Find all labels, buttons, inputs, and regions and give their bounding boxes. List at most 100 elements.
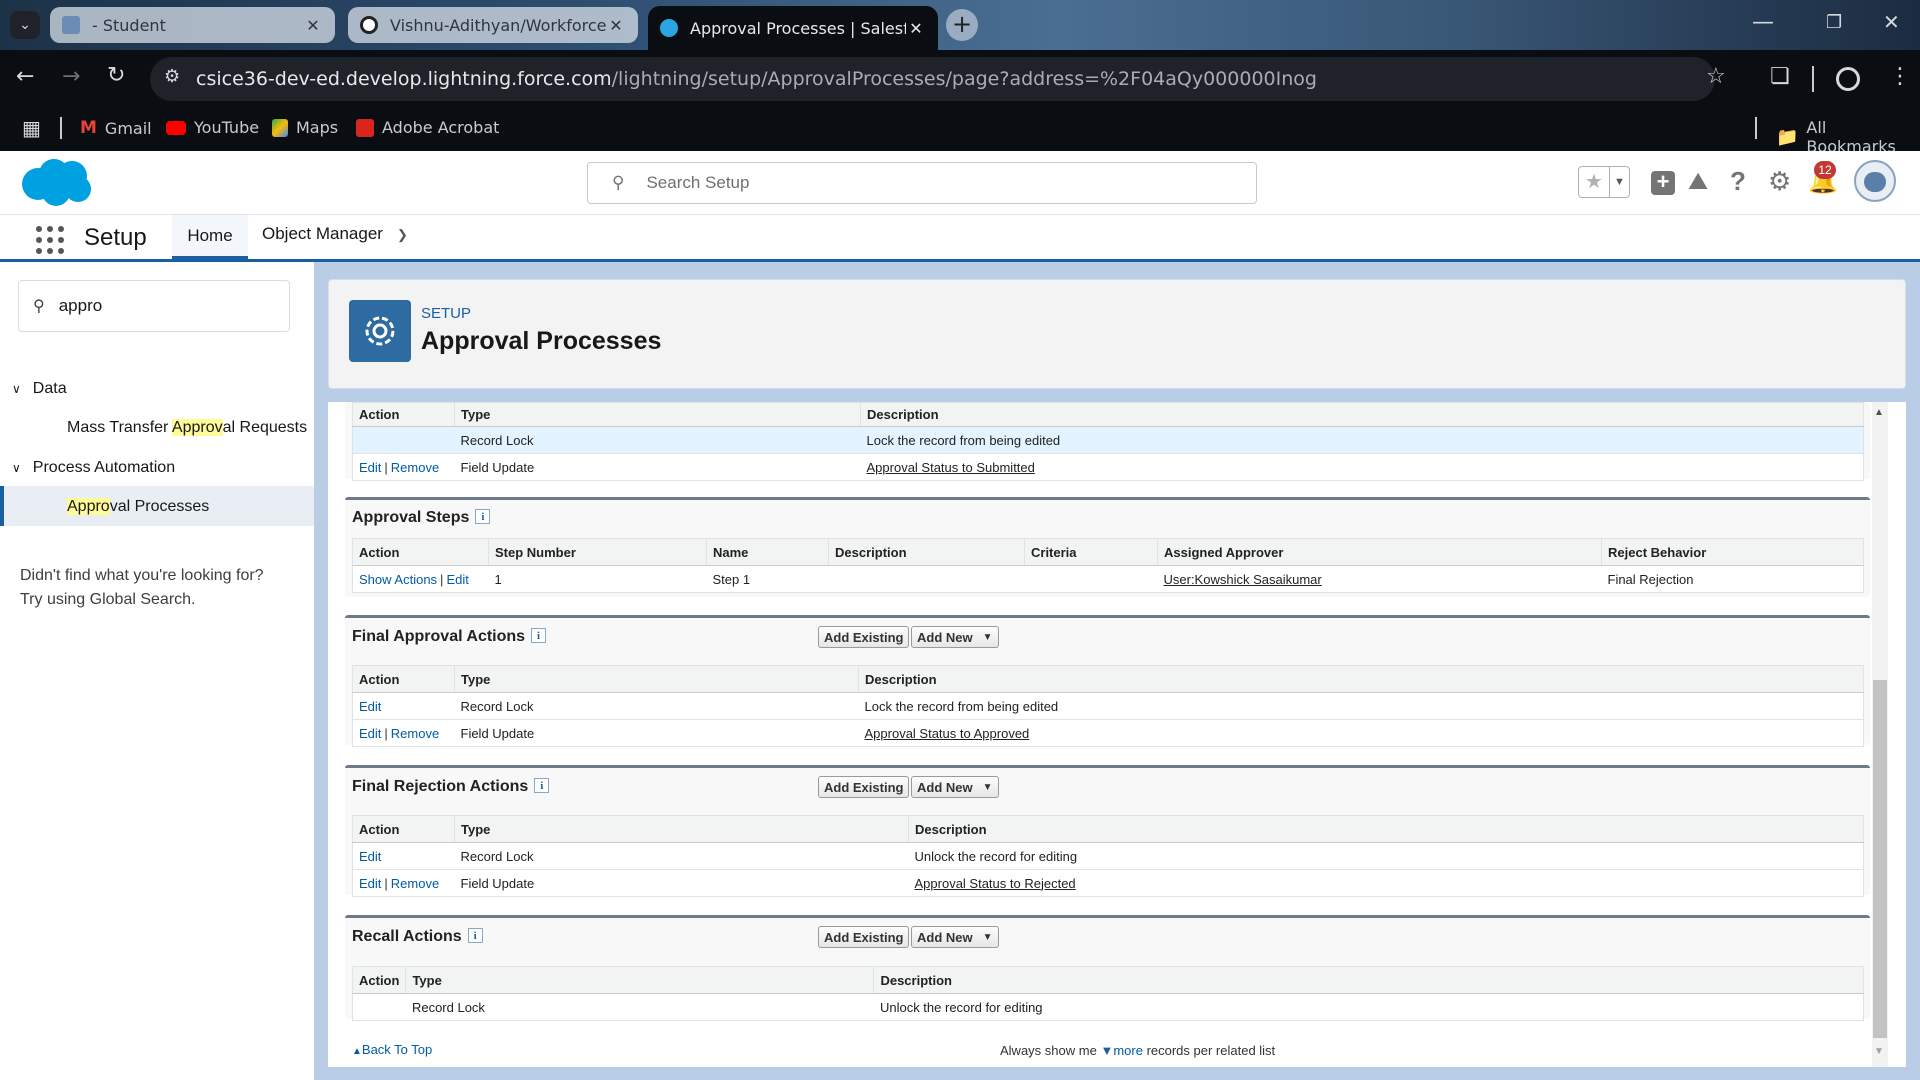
notification-count-badge: 12 xyxy=(1814,161,1836,179)
show-actions-link[interactable]: Show Actions xyxy=(359,572,437,587)
browser-tab-salesforce[interactable]: Approval Processes | Salesforce ✕ xyxy=(648,6,938,50)
close-tab-icon[interactable]: ✕ xyxy=(906,19,926,38)
scrollbar-thumb[interactable] xyxy=(1873,680,1887,1038)
remove-link[interactable]: Remove xyxy=(391,460,439,475)
column-header: Step Number xyxy=(488,538,707,566)
info-icon[interactable]: i xyxy=(534,778,550,793)
remove-link[interactable]: Remove xyxy=(391,726,439,741)
bookmark-maps[interactable]: Maps xyxy=(272,118,338,137)
add-existing-button[interactable]: Add Existing xyxy=(818,626,910,648)
trailhead-icon[interactable]: ⛰ xyxy=(1688,168,1708,196)
back-to-top-label: Back To Top xyxy=(361,1042,433,1057)
table-header-row: Action Type Description xyxy=(352,402,1864,427)
bookmark-adobe-acrobat[interactable]: Adobe Acrobat xyxy=(356,118,499,137)
remove-link[interactable]: Remove xyxy=(391,876,439,891)
initial-submission-table: Action Type Description Record Lock Lock… xyxy=(352,402,1864,481)
approver-cell: User:Kowshick Sasaikumar xyxy=(1157,565,1602,593)
close-tab-icon[interactable]: ✕ xyxy=(606,16,626,35)
bookmark-label: Adobe Acrobat xyxy=(382,118,500,137)
browser-tab-github[interactable]: Vishnu-Adithyan/Workforce-Av ✕ xyxy=(348,7,638,43)
edit-link[interactable]: Edit xyxy=(359,726,381,741)
field-update-link[interactable]: Approval Status to Rejected xyxy=(915,876,1076,891)
section-title: Final Rejection Actions i xyxy=(352,778,550,796)
scroll-down-icon[interactable]: ▼ xyxy=(1874,1046,1884,1057)
forward-icon[interactable]: → xyxy=(62,64,80,89)
apps-grid-icon[interactable]: ▦ xyxy=(22,116,41,140)
tree-group-data[interactable]: ∨ Data xyxy=(12,380,67,398)
type-cell: Field Update xyxy=(454,719,859,747)
button-label: Add New xyxy=(917,779,973,795)
tab-object-manager[interactable]: Object Manager ❯ xyxy=(262,224,408,244)
chevron-down-icon[interactable]: ❯ xyxy=(397,227,408,242)
item-text: al Requests xyxy=(222,419,308,436)
add-existing-button[interactable]: Add Existing xyxy=(818,776,910,798)
profile-icon[interactable] xyxy=(1836,67,1860,91)
global-search-input[interactable]: ⚲ Search Setup xyxy=(587,162,1257,204)
menu-icon[interactable]: ⋮ xyxy=(1889,64,1911,89)
bookmark-youtube[interactable]: YouTube xyxy=(166,118,259,137)
sidebar-item-approval-processes[interactable]: Approval Processes xyxy=(67,498,209,516)
edit-link[interactable]: Edit xyxy=(359,876,381,891)
edit-link[interactable]: Edit xyxy=(359,460,381,475)
tab-home[interactable]: Home xyxy=(172,215,248,259)
hint-line: Try using Global Search. xyxy=(20,591,196,608)
url-text[interactable]: csice36-dev-ed.develop.lightning.force.c… xyxy=(196,68,1317,90)
help-icon[interactable]: ? xyxy=(1730,166,1746,197)
approval-steps-section: Approval Steps i Action Step Number Name … xyxy=(345,497,1870,597)
info-icon[interactable]: i xyxy=(475,509,491,524)
more-link[interactable]: more xyxy=(1113,1043,1143,1058)
field-update-link[interactable]: Approval Status to Approved xyxy=(865,726,1030,741)
section-title: Approval Steps i xyxy=(352,509,491,527)
add-new-button[interactable]: Add New ▼ xyxy=(911,626,999,648)
edit-link[interactable]: Edit xyxy=(446,572,468,587)
footer-text: Always show me xyxy=(1000,1043,1097,1058)
final-approval-table: Action Type Description Edit Record Lock… xyxy=(352,665,1864,747)
description-cell: Lock the record from being edited xyxy=(860,426,1864,454)
search-placeholder: Search Setup xyxy=(646,173,750,192)
bookmark-star-icon[interactable]: ☆ xyxy=(1706,64,1726,89)
info-icon[interactable]: i xyxy=(467,928,483,943)
app-launcher-icon[interactable] xyxy=(36,226,64,254)
more-arrow-icon[interactable]: ▼ xyxy=(1100,1043,1113,1058)
type-cell: Record Lock xyxy=(454,842,909,870)
salesforce-logo[interactable] xyxy=(18,156,94,208)
tree-group-process-automation[interactable]: ∨ Process Automation xyxy=(12,459,175,477)
back-to-top-link[interactable]: ▲Back To Top xyxy=(352,1042,432,1057)
chevron-down-icon[interactable]: ▼ xyxy=(1609,167,1629,197)
site-info-icon[interactable]: ⚙ xyxy=(164,66,180,87)
add-new-button[interactable]: Add New ▼ xyxy=(911,776,999,798)
scroll-up-icon[interactable]: ▲ xyxy=(1874,407,1884,418)
tab-title: Approval Processes | Salesforce xyxy=(690,18,906,38)
add-existing-button[interactable]: Add Existing xyxy=(818,926,910,948)
separator: | xyxy=(384,875,388,891)
restore-icon[interactable]: ❐ xyxy=(1826,12,1842,33)
step-name-cell: Step 1 xyxy=(706,565,829,593)
bookmark-label: Maps xyxy=(296,118,339,137)
edit-link[interactable]: Edit xyxy=(359,849,381,864)
minimize-icon[interactable]: — xyxy=(1752,10,1774,35)
breadcrumb[interactable]: SETUP xyxy=(421,305,471,322)
section-title: Final Approval Actions i xyxy=(352,628,547,646)
favorites-button[interactable]: ★ ▼ xyxy=(1578,166,1630,198)
bookmark-gmail[interactable]: M Gmail xyxy=(80,118,152,138)
user-avatar[interactable] xyxy=(1854,160,1896,202)
reload-icon[interactable]: ↻ xyxy=(107,63,125,88)
edit-link[interactable]: Edit xyxy=(359,699,381,714)
gmail-icon: M xyxy=(80,118,97,138)
browser-tab-student[interactable]: - Student ✕ xyxy=(50,7,335,43)
tab-search-icon[interactable]: ⌄ xyxy=(10,11,40,39)
quick-find-input[interactable]: ⚲ appro xyxy=(18,280,290,332)
global-actions-icon[interactable]: + xyxy=(1651,171,1675,195)
close-window-icon[interactable]: ✕ xyxy=(1883,10,1900,34)
setup-gear-icon xyxy=(349,300,411,362)
close-tab-icon[interactable]: ✕ xyxy=(303,16,323,35)
add-new-button[interactable]: Add New ▼ xyxy=(911,926,999,948)
sidebar-item-mass-transfer-approval-requests[interactable]: Mass Transfer Approval Requests xyxy=(67,419,307,437)
info-icon[interactable]: i xyxy=(531,628,547,643)
back-icon[interactable]: ← xyxy=(16,64,34,89)
setup-gear-icon[interactable]: ⚙ xyxy=(1768,166,1791,197)
extensions-icon[interactable]: ❏ xyxy=(1770,64,1790,89)
new-tab-icon[interactable]: + xyxy=(946,9,978,41)
approver-link[interactable]: User:Kowshick Sasaikumar xyxy=(1164,572,1322,587)
field-update-link[interactable]: Approval Status to Submitted xyxy=(867,460,1035,475)
